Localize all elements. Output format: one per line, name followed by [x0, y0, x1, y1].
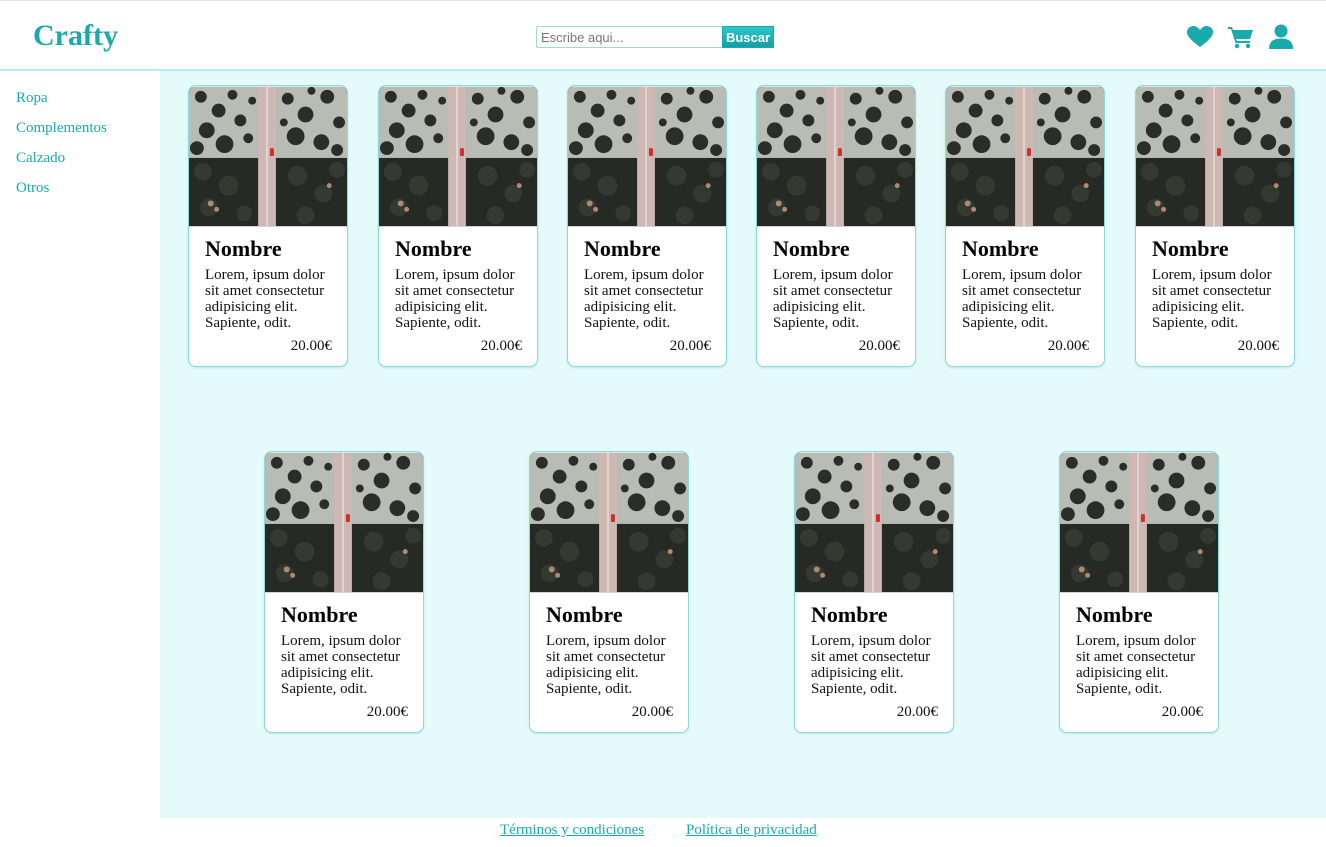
product-name: Nombre — [1152, 236, 1229, 261]
product-price: 20.00€ — [1237, 338, 1279, 354]
search-input[interactable] — [536, 26, 722, 48]
product-price: 20.00€ — [290, 338, 332, 354]
product-name: Nombre — [546, 602, 623, 627]
category-sidebar: Ropa Complementos Calzado Otros — [0, 71, 160, 847]
product-description: Lorem, ipsum dolor sit amet consectetur … — [962, 267, 1082, 331]
sidebar-item-calzado[interactable]: Calzado — [16, 150, 65, 167]
product-card[interactable]: Nombre Lorem, ipsum dolor sit amet conse… — [945, 85, 1105, 367]
product-image — [568, 86, 726, 227]
sidebar-item-otros[interactable]: Otros — [16, 180, 49, 197]
product-description: Lorem, ipsum dolor sit amet consectetur … — [811, 633, 931, 697]
heart-icon[interactable] — [1186, 24, 1214, 50]
product-image — [1136, 86, 1294, 227]
privacy-link[interactable]: Política de privacidad — [686, 822, 817, 839]
cart-icon[interactable] — [1227, 24, 1255, 50]
product-description: Lorem, ipsum dolor sit amet consectetur … — [773, 267, 893, 331]
product-price: 20.00€ — [480, 338, 522, 354]
product-name: Nombre — [811, 602, 888, 627]
product-price: 20.00€ — [1047, 338, 1089, 354]
product-image — [265, 452, 423, 593]
product-description: Lorem, ipsum dolor sit amet consectetur … — [584, 267, 704, 331]
product-price: 20.00€ — [631, 704, 673, 720]
search-button[interactable]: Buscar — [722, 26, 774, 48]
product-card[interactable]: Nombre Lorem, ipsum dolor sit amet conse… — [1059, 451, 1219, 733]
product-image — [1060, 452, 1218, 593]
product-card[interactable]: Nombre Lorem, ipsum dolor sit amet conse… — [1135, 85, 1295, 367]
product-price: 20.00€ — [366, 704, 408, 720]
product-price: 20.00€ — [896, 704, 938, 720]
brand-logo[interactable]: Crafty — [33, 18, 118, 54]
product-name: Nombre — [962, 236, 1039, 261]
product-price: 20.00€ — [1161, 704, 1203, 720]
product-name: Nombre — [205, 236, 282, 261]
product-name: Nombre — [1076, 602, 1153, 627]
sidebar-item-ropa[interactable]: Ropa — [16, 90, 48, 107]
product-grid: Nombre Lorem, ipsum dolor sit amet conse… — [160, 71, 1326, 818]
product-card[interactable]: Nombre Lorem, ipsum dolor sit amet conse… — [378, 85, 538, 367]
product-description: Lorem, ipsum dolor sit amet consectetur … — [1152, 267, 1272, 331]
product-name: Nombre — [281, 602, 358, 627]
product-price: 20.00€ — [858, 338, 900, 354]
site-header: Crafty Buscar — [0, 0, 1326, 71]
product-card[interactable]: Nombre Lorem, ipsum dolor sit amet conse… — [756, 85, 916, 367]
product-price: 20.00€ — [669, 338, 711, 354]
product-image — [757, 86, 915, 227]
product-name: Nombre — [584, 236, 661, 261]
product-description: Lorem, ipsum dolor sit amet consectetur … — [1076, 633, 1196, 697]
product-card[interactable]: Nombre Lorem, ipsum dolor sit amet conse… — [188, 85, 348, 367]
product-description: Lorem, ipsum dolor sit amet consectetur … — [205, 267, 325, 331]
product-image — [530, 452, 688, 593]
sidebar-item-complementos[interactable]: Complementos — [16, 120, 107, 137]
product-description: Lorem, ipsum dolor sit amet consectetur … — [395, 267, 515, 331]
product-description: Lorem, ipsum dolor sit amet consectetur … — [546, 633, 666, 697]
product-image — [189, 86, 347, 227]
product-card[interactable]: Nombre Lorem, ipsum dolor sit amet conse… — [264, 451, 424, 733]
product-card[interactable]: Nombre Lorem, ipsum dolor sit amet conse… — [794, 451, 954, 733]
product-card[interactable]: Nombre Lorem, ipsum dolor sit amet conse… — [567, 85, 727, 367]
product-image — [379, 86, 537, 227]
user-icon[interactable] — [1267, 24, 1295, 50]
product-description: Lorem, ipsum dolor sit amet consectetur … — [281, 633, 401, 697]
product-image — [795, 452, 953, 593]
product-card[interactable]: Nombre Lorem, ipsum dolor sit amet conse… — [529, 451, 689, 733]
product-name: Nombre — [773, 236, 850, 261]
product-name: Nombre — [395, 236, 472, 261]
terms-link[interactable]: Términos y condiciones — [500, 822, 644, 839]
search-form: Buscar — [536, 26, 774, 48]
site-footer: Términos y condiciones Política de priva… — [160, 818, 1326, 847]
product-image — [946, 86, 1104, 227]
